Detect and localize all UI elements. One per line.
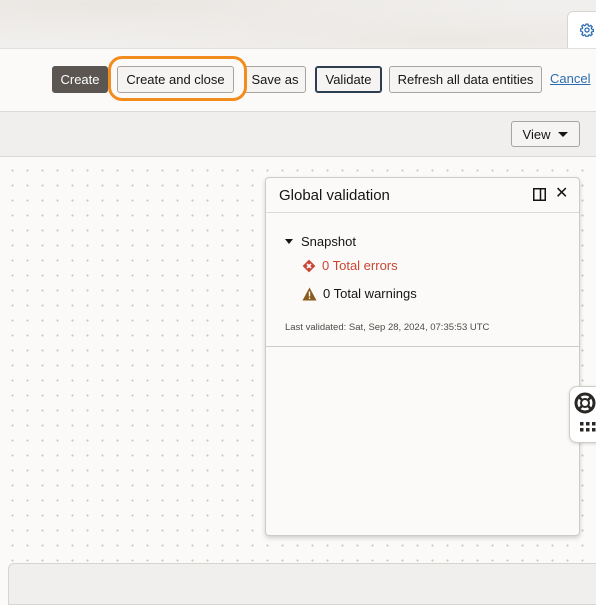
lifebuoy-icon[interactable]	[574, 392, 596, 414]
create-button[interactable]: Create	[52, 66, 108, 93]
view-menu-button[interactable]: View	[511, 121, 580, 147]
warnings-count: 0 Total warnings	[323, 286, 417, 301]
error-icon	[302, 259, 316, 272]
snapshot-label: Snapshot	[301, 234, 356, 249]
settings-tab[interactable]	[567, 11, 596, 48]
top-banner	[0, 0, 596, 49]
help-widget[interactable]	[569, 386, 596, 443]
last-validated-timestamp: Last validated: Sat, Sep 28, 2024, 07:35…	[285, 322, 490, 333]
warnings-summary[interactable]: 0 Total warnings	[302, 286, 417, 301]
panel-title: Global validation	[279, 187, 390, 204]
panel-divider	[266, 346, 579, 347]
close-icon[interactable]: ✕	[555, 186, 568, 202]
dock-panel-icon[interactable]	[533, 188, 546, 201]
gear-icon[interactable]	[580, 23, 594, 37]
snapshot-section-toggle[interactable]: Snapshot	[285, 234, 356, 249]
highlight-annotation	[108, 56, 247, 101]
view-menu-label: View	[522, 126, 551, 142]
cancel-link[interactable]: Cancel	[550, 71, 590, 86]
errors-count: 0 Total errors	[322, 258, 398, 273]
chevron-down-icon	[558, 131, 569, 137]
panel-header: Global validation ✕	[266, 178, 579, 213]
save-as-button[interactable]: Save as	[244, 66, 306, 93]
global-validation-panel: Global validation ✕ Snapshot 0 Total err…	[265, 177, 580, 536]
refresh-all-data-entities-button[interactable]: Refresh all data entities	[389, 66, 542, 93]
view-bar	[0, 112, 596, 157]
caret-down-icon	[285, 239, 293, 244]
errors-summary[interactable]: 0 Total errors	[302, 258, 398, 273]
validate-button[interactable]: Validate	[315, 66, 382, 93]
grid-icon[interactable]	[580, 422, 596, 438]
warning-icon	[302, 287, 317, 300]
